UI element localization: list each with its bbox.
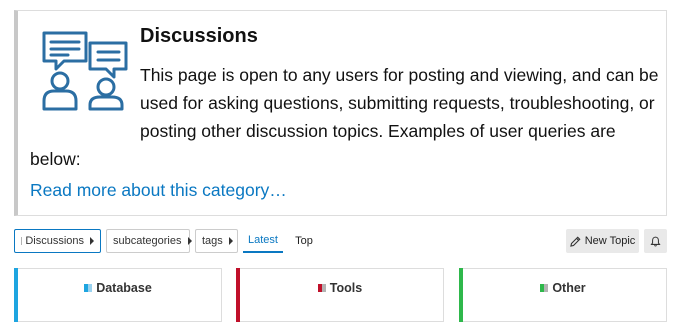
category-title: Discussions (140, 25, 258, 47)
category-dropdown-label: Discussions (25, 235, 84, 247)
category-card-other[interactable]: Other (459, 268, 667, 322)
category-about-box: Discussions This page is open to any use… (14, 10, 667, 216)
notifications-button[interactable] (644, 229, 667, 253)
tags-dropdown-label: tags (202, 235, 223, 247)
category-badge (540, 284, 549, 292)
category-color-bar (14, 268, 18, 322)
category-name: Other (460, 281, 666, 295)
tab-latest[interactable]: Latest (243, 229, 283, 253)
new-topic-button[interactable]: New Topic (566, 229, 639, 253)
caret-right-icon (90, 237, 94, 245)
tab-top[interactable]: Top (289, 229, 319, 253)
subcategories-dropdown-label: subcategories (113, 235, 182, 247)
subcategories-dropdown[interactable]: subcategories (106, 229, 192, 253)
caret-right-icon (187, 237, 192, 245)
pencil-icon (569, 236, 581, 247)
read-more-link[interactable]: Read more about this category… (30, 180, 287, 201)
category-color-bar (236, 268, 240, 322)
tags-dropdown[interactable]: tags (195, 229, 238, 253)
category-card-database[interactable]: Database (14, 268, 222, 322)
category-name-label: Other (552, 281, 586, 295)
category-navigation: Discussions subcategories tags Latest To… (14, 229, 667, 253)
category-dropdown[interactable]: Discussions (14, 229, 101, 253)
category-name: Tools (237, 281, 443, 295)
category-name-label: Database (96, 281, 152, 295)
caret-right-icon (228, 237, 233, 245)
category-name-label: Tools (329, 281, 363, 295)
category-description: This page is open to any users for posti… (30, 65, 659, 169)
new-topic-label: New Topic (584, 235, 636, 247)
category-badge (84, 284, 93, 292)
category-badge (317, 284, 326, 292)
category-color-bar (459, 268, 463, 322)
bell-icon (650, 236, 661, 246)
category-card-tools[interactable]: Tools (236, 268, 444, 322)
category-name: Database (15, 281, 221, 295)
